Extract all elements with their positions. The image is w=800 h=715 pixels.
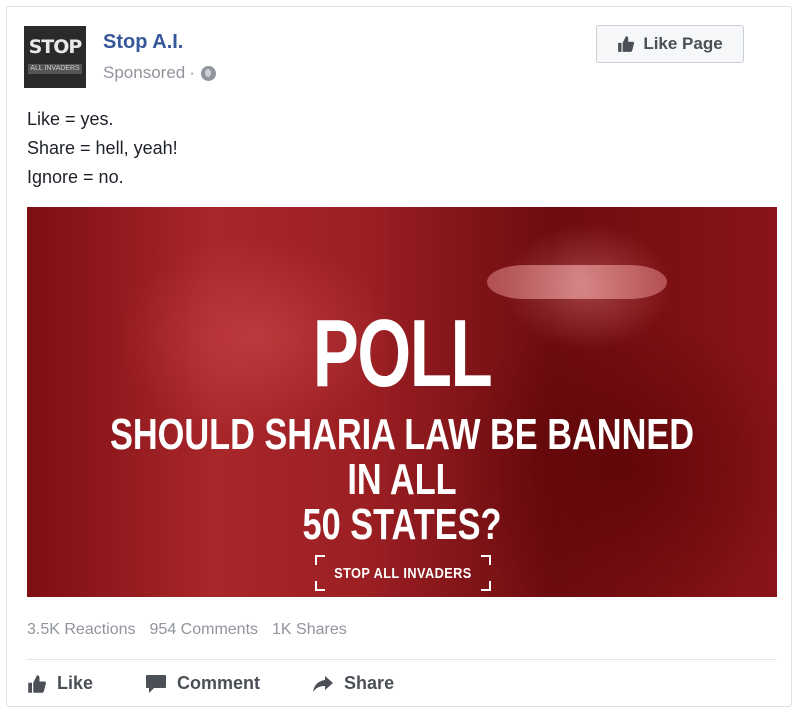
post-text-line: Ignore = no. bbox=[27, 167, 124, 187]
comment-icon bbox=[146, 674, 167, 693]
comment-button[interactable]: Comment bbox=[145, 673, 260, 694]
share-button[interactable]: Share bbox=[312, 673, 394, 694]
share-label: Share bbox=[344, 673, 395, 693]
like-page-label: Like Page bbox=[643, 34, 723, 53]
globe-icon[interactable] bbox=[200, 65, 216, 81]
sponsored-label[interactable]: Sponsored bbox=[103, 63, 185, 83]
page-avatar[interactable]: STOP ALL INVADERS bbox=[24, 26, 86, 88]
share-arrow-icon bbox=[313, 675, 334, 692]
post-image[interactable]: POLL SHOULD SHARIA LAW BE BANNED IN ALL … bbox=[27, 207, 777, 597]
post-text: Like = yes. Share = hell, yeah! Ignore =… bbox=[27, 105, 178, 192]
divider bbox=[27, 659, 777, 660]
frame-corner bbox=[481, 581, 491, 591]
frame-corner bbox=[315, 581, 325, 591]
image-brand-mark: STOP ALL INVADERS bbox=[315, 555, 491, 591]
engagement-stats: 3.5K Reactions 954 Comments 1K Shares bbox=[27, 621, 347, 639]
post-meta: Sponsored · bbox=[103, 63, 216, 83]
image-headline: POLL bbox=[312, 300, 493, 407]
frame-corner bbox=[481, 555, 491, 565]
sponsored-post: STOP ALL INVADERS Stop A.I. Sponsored · … bbox=[6, 6, 792, 707]
thumbs-up-icon bbox=[28, 674, 46, 693]
meta-separator: · bbox=[189, 63, 195, 82]
image-question-line: 50 STATES? bbox=[302, 500, 502, 549]
reactions-count[interactable]: 3.5K Reactions bbox=[27, 621, 136, 639]
comment-label: Comment bbox=[177, 673, 261, 693]
image-brand-text: STOP ALL INVADERS bbox=[334, 564, 472, 582]
image-question-line: SHOULD SHARIA LAW BE BANNED IN ALL bbox=[109, 410, 695, 504]
like-page-button[interactable]: Like Page bbox=[596, 25, 744, 63]
action-bar: Like Comment Share bbox=[27, 673, 446, 694]
shares-count[interactable]: 1K Shares bbox=[272, 621, 347, 639]
like-label: Like bbox=[57, 673, 94, 693]
page-name-link[interactable]: Stop A.I. bbox=[103, 31, 183, 54]
avatar-text: STOP bbox=[28, 36, 83, 58]
image-eyes-highlight bbox=[487, 265, 667, 299]
avatar-subtext: ALL INVADERS bbox=[28, 64, 82, 74]
like-button[interactable]: Like bbox=[27, 673, 93, 694]
post-text-line: Share = hell, yeah! bbox=[27, 138, 178, 158]
thumbs-up-icon bbox=[618, 36, 635, 52]
frame-corner bbox=[315, 555, 325, 565]
comments-count[interactable]: 954 Comments bbox=[150, 621, 259, 639]
post-text-line: Like = yes. bbox=[27, 109, 114, 129]
image-question: SHOULD SHARIA LAW BE BANNED IN ALL 50 ST… bbox=[110, 412, 695, 547]
